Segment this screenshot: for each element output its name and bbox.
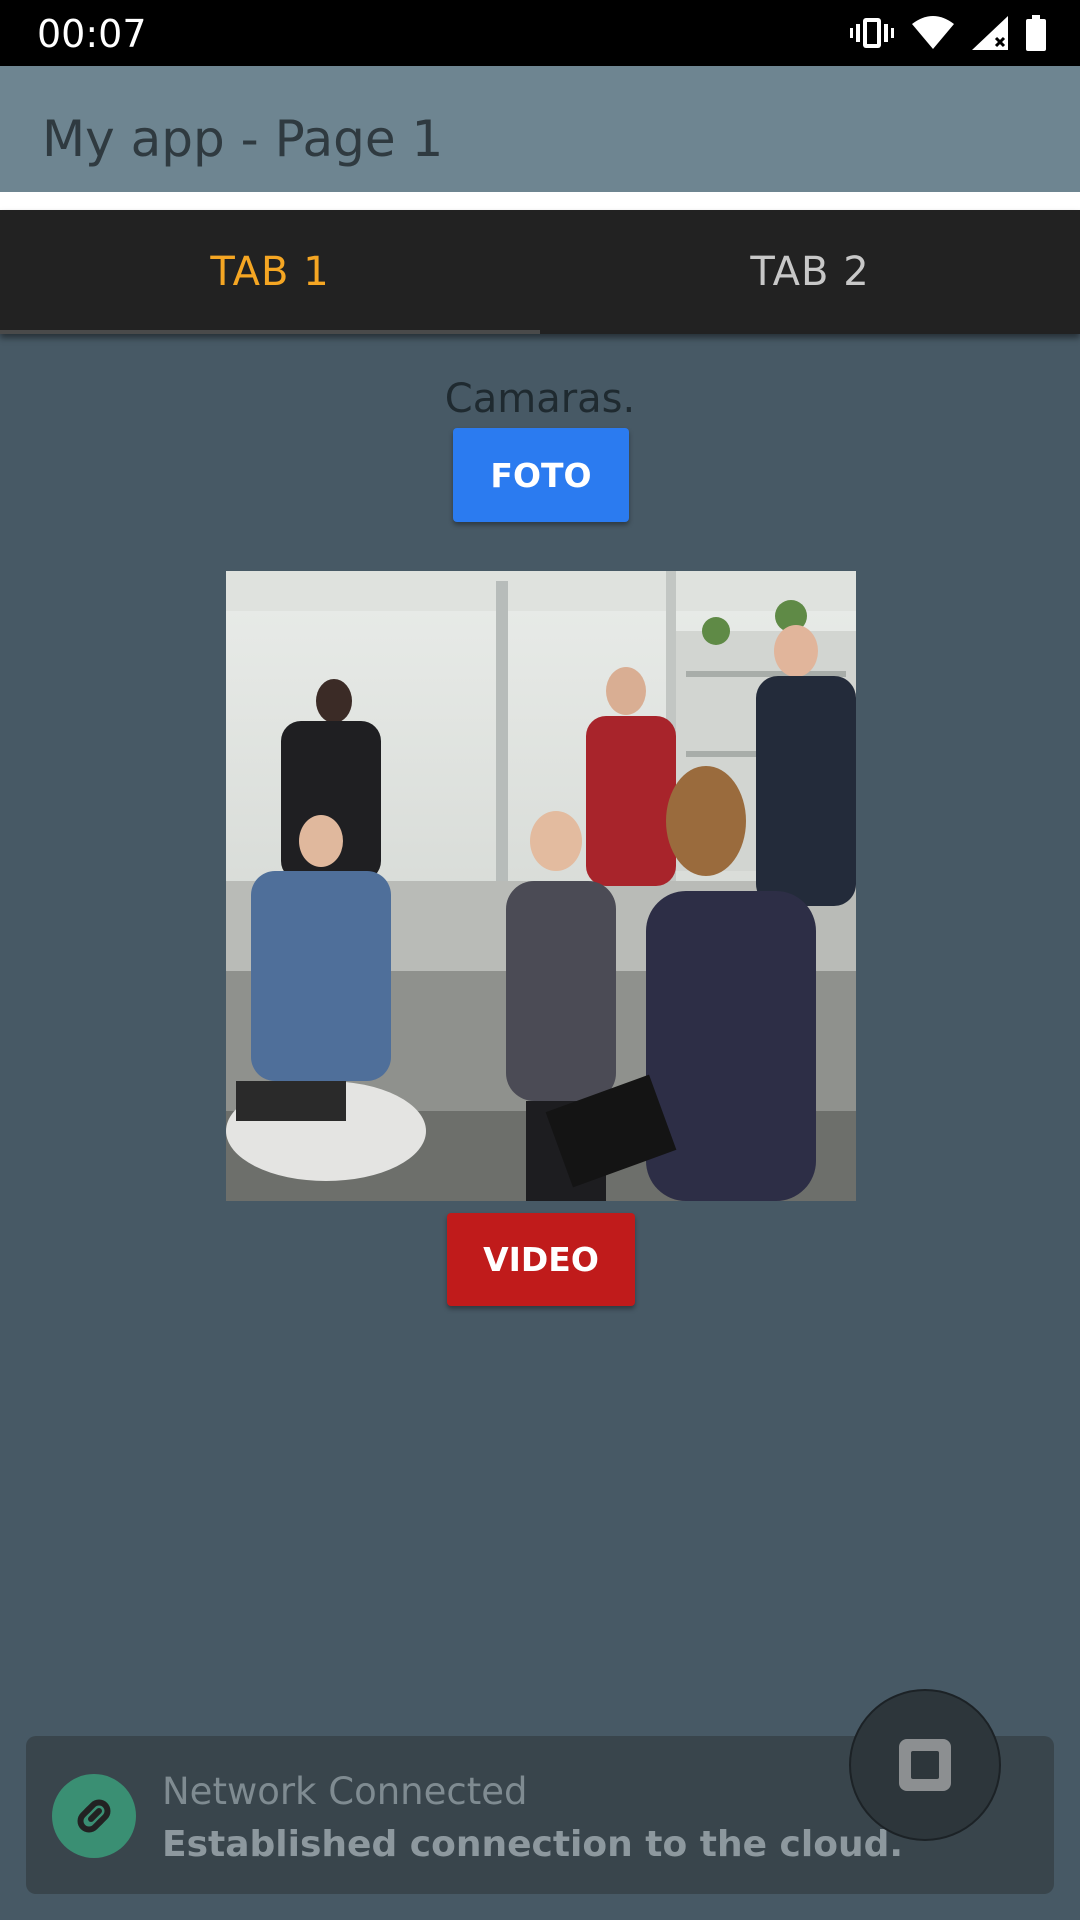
tab-bar: TAB 1 TAB 2 bbox=[0, 210, 1080, 334]
status-bar: 00:07 bbox=[0, 0, 1080, 66]
divider bbox=[0, 192, 1080, 210]
vibrate-icon bbox=[850, 18, 894, 48]
video-button[interactable]: VIDEO bbox=[447, 1213, 635, 1306]
tab-indicator bbox=[0, 330, 540, 334]
battery-icon bbox=[1026, 15, 1046, 51]
stop-button[interactable] bbox=[849, 1689, 1001, 1841]
page-title: My app - Page 1 bbox=[42, 110, 444, 168]
foto-button[interactable]: FOTO bbox=[453, 428, 629, 522]
app-bar: My app - Page 1 bbox=[0, 66, 1080, 192]
toast-message: Established connection to the cloud. bbox=[162, 1824, 904, 1865]
wifi-icon bbox=[912, 16, 954, 49]
cell-signal-icon bbox=[972, 16, 1008, 50]
photo-image bbox=[226, 571, 856, 1201]
section-label: Camaras. bbox=[444, 376, 636, 422]
toast-title: Network Connected bbox=[162, 1770, 528, 1813]
stop-icon bbox=[899, 1739, 951, 1791]
tab-2[interactable]: TAB 2 bbox=[540, 210, 1080, 334]
status-icons bbox=[850, 14, 1046, 52]
tab-1[interactable]: TAB 1 bbox=[0, 210, 540, 334]
status-time: 00:07 bbox=[37, 12, 147, 56]
link-icon bbox=[52, 1774, 136, 1858]
